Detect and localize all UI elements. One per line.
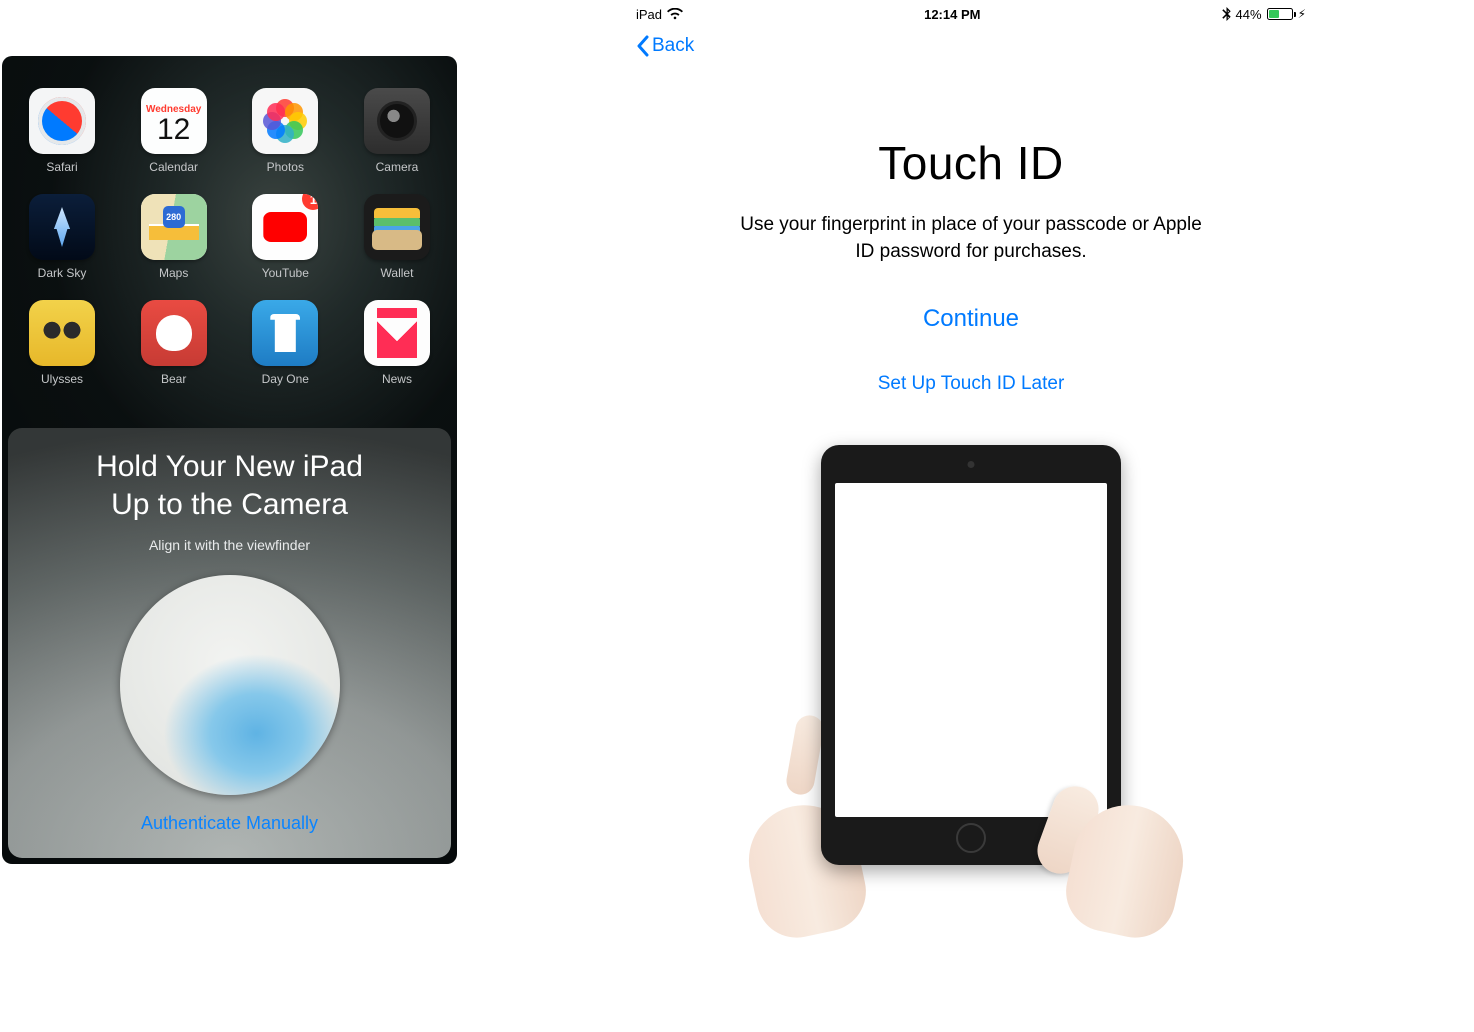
nav-bar: Back <box>630 26 1312 66</box>
app-label: Calendar <box>149 160 198 174</box>
authenticate-manually-link[interactable]: Authenticate Manually <box>8 813 451 834</box>
dayone-icon <box>252 300 318 366</box>
safari-icon <box>29 88 95 154</box>
app-darksky[interactable]: Dark Sky <box>22 194 102 280</box>
quick-start-camera-sheet: Hold Your New iPad Up to the Camera Alig… <box>8 428 451 858</box>
photos-icon <box>252 88 318 154</box>
sheet-title: Hold Your New iPad Up to the Camera <box>8 448 451 523</box>
app-news[interactable]: News <box>357 300 437 386</box>
device-label: iPad <box>636 7 662 22</box>
ipad-touchid-setup-screen: iPad 12:14 PM 44% ⚡︎ Back Touch ID Use y… <box>630 2 1312 914</box>
app-youtube[interactable]: 1 YouTube <box>245 194 325 280</box>
app-camera[interactable]: Camera <box>357 88 437 174</box>
iphone-setup-screen: Safari Wednesday 12 Calendar <box>2 56 457 864</box>
youtube-icon: 1 <box>252 194 318 260</box>
back-button[interactable]: Back <box>636 35 694 57</box>
notification-badge: 1 <box>302 194 318 210</box>
app-label: Safari <box>46 160 77 174</box>
chevron-left-icon <box>636 35 650 57</box>
app-ulysses[interactable]: Ulysses <box>22 300 102 386</box>
app-label: Day One <box>262 372 309 386</box>
setup-later-button[interactable]: Set Up Touch ID Later <box>630 373 1312 395</box>
wifi-icon <box>667 8 683 20</box>
ulysses-icon <box>29 300 95 366</box>
charging-icon: ⚡︎ <box>1298 7 1306 21</box>
bluetooth-icon <box>1222 7 1231 21</box>
continue-button[interactable]: Continue <box>923 305 1019 333</box>
battery-percentage: 44% <box>1236 7 1262 22</box>
battery-icon <box>1267 8 1293 20</box>
camera-icon <box>364 88 430 154</box>
app-label: Maps <box>159 266 188 280</box>
maps-icon: 280 <box>141 194 207 260</box>
app-dayone[interactable]: Day One <box>245 300 325 386</box>
app-label: News <box>382 372 412 386</box>
app-label: Dark Sky <box>38 266 87 280</box>
status-time: 12:14 PM <box>924 7 980 22</box>
home-button-icon <box>956 823 986 853</box>
app-label: Wallet <box>381 266 414 280</box>
app-calendar[interactable]: Wednesday 12 Calendar <box>134 88 214 174</box>
touchid-content: Touch ID Use your fingerprint in place o… <box>630 66 1312 925</box>
status-bar: iPad 12:14 PM 44% ⚡︎ <box>630 2 1312 26</box>
news-icon <box>364 300 430 366</box>
app-wallet[interactable]: Wallet <box>357 194 437 280</box>
page-title: Touch ID <box>630 136 1312 190</box>
page-description: Use your fingerprint in place of your pa… <box>731 212 1211 265</box>
app-label: Camera <box>376 160 419 174</box>
app-maps[interactable]: 280 Maps <box>134 194 214 280</box>
app-label: Photos <box>267 160 304 174</box>
darksky-icon <box>29 194 95 260</box>
wallet-icon <box>364 194 430 260</box>
app-label: Ulysses <box>41 372 83 386</box>
app-bear[interactable]: Bear <box>134 300 214 386</box>
home-screen-icon-grid: Safari Wednesday 12 Calendar <box>2 56 457 386</box>
app-label: Bear <box>161 372 186 386</box>
calendar-icon: Wednesday 12 <box>141 88 207 154</box>
camera-viewfinder <box>120 575 340 795</box>
app-photos[interactable]: Photos <box>245 88 325 174</box>
app-label: YouTube <box>262 266 309 280</box>
sheet-subtitle: Align it with the viewfinder <box>8 537 451 553</box>
touchid-illustration <box>781 445 1161 925</box>
bear-icon <box>141 300 207 366</box>
hand-right-icon <box>1051 735 1181 935</box>
app-safari[interactable]: Safari <box>22 88 102 174</box>
